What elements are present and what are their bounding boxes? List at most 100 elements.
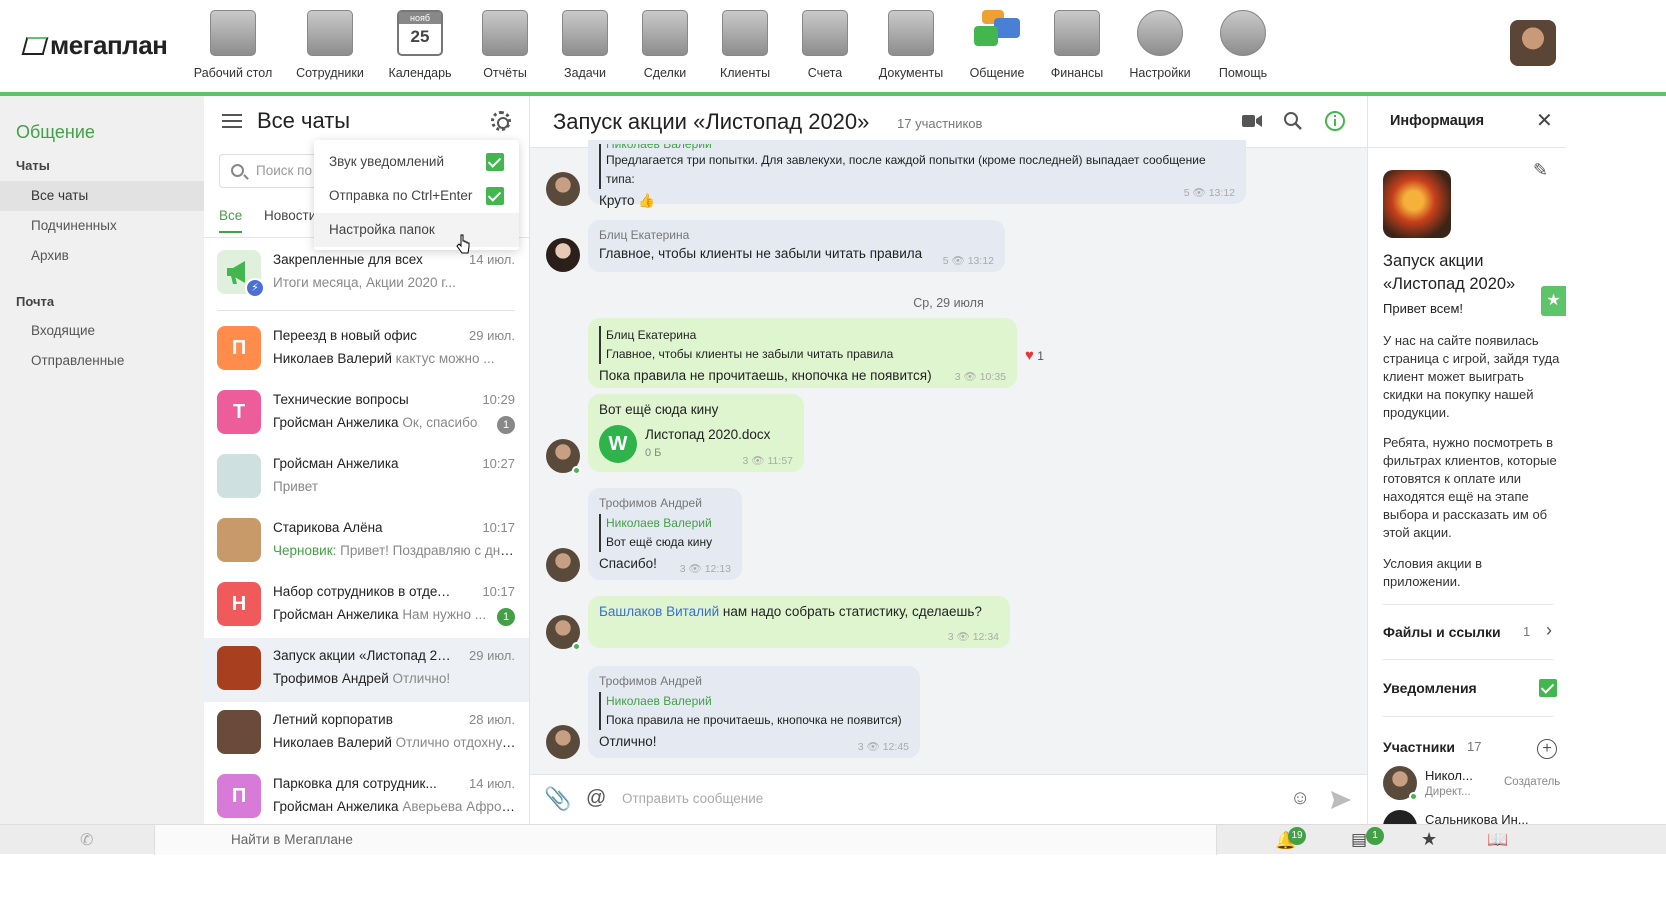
sender-avatar[interactable] bbox=[546, 548, 580, 582]
mention-icon[interactable]: @ bbox=[586, 787, 606, 810]
message-bubble[interactable]: Блиц Екатерина Главное, чтобы клиенты не… bbox=[588, 220, 1005, 272]
megaphone-icon: ⚡ bbox=[217, 250, 265, 298]
message-sender[interactable]: Трофимов Андрей bbox=[599, 496, 731, 510]
notifications-checkbox[interactable] bbox=[1539, 679, 1557, 697]
chat-time: 28 июл. bbox=[469, 712, 515, 727]
message-quote[interactable]: Николаев Валерий Предлагается три попытки… bbox=[599, 144, 1235, 189]
message-bubble[interactable]: Николаев Валерий Предлагается три попытки… bbox=[588, 140, 1246, 208]
message-bubble[interactable]: Трофимов Андрей Николаев Валерий Пока пра… bbox=[588, 666, 920, 758]
sidebar-section-chats[interactable]: Чаты bbox=[16, 158, 50, 173]
quote-author: Николаев Валерий bbox=[606, 694, 712, 708]
chat-row[interactable]: П Парковка для сотрудник... 14 июл. Гройсма… bbox=[204, 766, 529, 824]
chat-row[interactable]: Т Технические вопросы 10:29 Гройсман Анжели… bbox=[204, 382, 529, 446]
participants-count[interactable]: 17 участников bbox=[897, 116, 982, 131]
member-name[interactable]: Сальникова Ин... bbox=[1425, 812, 1529, 824]
gear-icon[interactable] bbox=[491, 111, 511, 131]
search-icon[interactable] bbox=[1283, 111, 1303, 131]
nav-label: Сделки bbox=[643, 66, 687, 80]
pinned-chat-row[interactable]: ⚡ Закрепленные для всех 14 июл. Итоги ме… bbox=[204, 242, 529, 306]
sidebar-item-subordinates[interactable]: Подчиненных bbox=[0, 211, 204, 241]
close-icon[interactable]: ✕ bbox=[1536, 108, 1553, 133]
view-count: 3 bbox=[947, 631, 954, 643]
nav-item-7[interactable]: Счета bbox=[780, 10, 870, 80]
nav-item-4[interactable]: Задачи bbox=[540, 10, 630, 80]
star-icon[interactable]: ★ bbox=[1421, 829, 1437, 850]
nav-item-9[interactable]: Общение bbox=[952, 10, 1042, 98]
nav-item-10[interactable]: Финансы bbox=[1032, 10, 1122, 80]
nav-item-11[interactable]: Настройки bbox=[1115, 10, 1205, 80]
message-bubble[interactable]: Трофимов Андрей Николаев Валерий Вот ещё … bbox=[588, 488, 742, 580]
phone-icon[interactable]: ✆ bbox=[80, 830, 93, 850]
files-links-label[interactable]: Файлы и ссылки bbox=[1383, 624, 1501, 640]
preview-sender: Гройсман Анжелика bbox=[273, 415, 399, 430]
info-description-1: У нас на сайте появилась страница с игро… bbox=[1383, 333, 1560, 420]
chat-avatar-image[interactable] bbox=[1383, 170, 1451, 238]
tab-all[interactable]: Все bbox=[219, 208, 243, 233]
emoji-icon[interactable]: ☺ bbox=[1290, 787, 1310, 810]
sidebar-item-inbox[interactable]: Входящие bbox=[0, 316, 204, 346]
sidebar-item-sent[interactable]: Отправленные bbox=[0, 346, 204, 376]
date-separator: Ср, 29 июля bbox=[913, 296, 984, 310]
sidebar-item-archive[interactable]: Архив bbox=[0, 241, 204, 271]
messages-icon[interactable]: ▤ bbox=[1351, 830, 1367, 850]
chat-preview: Николаев Валерий кактус можно ... bbox=[273, 351, 518, 366]
dropdown-item-folders[interactable]: Настройка папок bbox=[314, 213, 519, 247]
nav-item-12[interactable]: Помощь bbox=[1198, 10, 1288, 80]
tab-news[interactable]: Новости bbox=[264, 208, 316, 223]
checkbox-checked-icon[interactable] bbox=[486, 153, 504, 171]
reaction[interactable]: ♥ 1 bbox=[1025, 347, 1044, 364]
attach-icon[interactable]: 📎 bbox=[544, 786, 571, 812]
message-input[interactable]: Отправить сообщение bbox=[622, 791, 763, 806]
dropdown-item-sound[interactable]: Звук уведомлений bbox=[314, 145, 519, 179]
app-logo[interactable]: мегаплан bbox=[21, 30, 168, 61]
user-mention[interactable]: Башлаков Виталий bbox=[599, 604, 719, 619]
book-icon[interactable]: 📖 bbox=[1487, 830, 1508, 850]
sender-avatar[interactable] bbox=[546, 238, 580, 272]
chat-row[interactable]: Старикова Алёна 10:17 Черновик: Привет! По… bbox=[204, 510, 529, 574]
nav-item-2[interactable]: нояб 25 Календарь bbox=[375, 10, 465, 80]
nav-item-3[interactable]: Отчёты bbox=[460, 10, 550, 80]
message-bubble[interactable]: Башлаков Виталий нам надо собрать статис… bbox=[588, 596, 1010, 648]
edit-pencil-icon[interactable]: ✎ bbox=[1533, 160, 1548, 181]
info-icon[interactable] bbox=[1324, 110, 1346, 132]
chevron-right-icon[interactable]: › bbox=[1546, 620, 1552, 641]
preview-sender: Гройсман Анжелика bbox=[273, 607, 399, 622]
checkbox-checked-icon[interactable] bbox=[486, 187, 504, 205]
dropdown-item-label: Звук уведомлений bbox=[329, 154, 445, 169]
nav-item-0[interactable]: Рабочий стол bbox=[188, 10, 278, 80]
sender-avatar[interactable] bbox=[546, 725, 580, 759]
video-call-icon[interactable] bbox=[1242, 113, 1262, 129]
favorite-star-icon[interactable]: ★ bbox=[1541, 286, 1566, 316]
nav-item-8[interactable]: Документы bbox=[866, 10, 956, 80]
message-sender[interactable]: Трофимов Андрей bbox=[599, 674, 909, 688]
user-avatar[interactable] bbox=[1510, 20, 1556, 66]
dropdown-item-ctrl-enter[interactable]: Отправка по Ctrl+Enter bbox=[314, 179, 519, 213]
message-time: 11:57 bbox=[767, 455, 794, 467]
chat-row[interactable]: Летний корпоратив 28 июл. Николаев Валерий… bbox=[204, 702, 529, 766]
nav-item-6[interactable]: Клиенты bbox=[700, 10, 790, 80]
menu-icon[interactable] bbox=[222, 114, 242, 128]
message-sender[interactable]: Блиц Екатерина bbox=[599, 228, 994, 242]
message-quote[interactable]: Николаев Валерий Вот ещё сюда кину bbox=[599, 514, 731, 552]
chat-row[interactable]: Гройсман Анжелика 10:27 Привет bbox=[204, 446, 529, 510]
sidebar-item-all-chats[interactable]: Все чаты bbox=[0, 181, 204, 211]
member-avatar[interactable] bbox=[1383, 810, 1417, 824]
global-search-input[interactable]: Найти в Мегаплане bbox=[154, 825, 1217, 855]
sender-avatar[interactable] bbox=[546, 172, 580, 206]
file-name[interactable]: Листопад 2020.docx bbox=[645, 427, 770, 442]
message-bubble[interactable]: Вот ещё сюда кину W Листопад 2020.docx 0… bbox=[588, 394, 804, 472]
message-quote[interactable]: Николаев Валерий Пока правила не прочитае… bbox=[599, 692, 909, 730]
send-icon[interactable] bbox=[1330, 790, 1352, 810]
message-quote[interactable]: Блиц Екатерина Главное, чтобы клиенты не … bbox=[599, 326, 1006, 364]
sidebar-section-mail[interactable]: Почта bbox=[16, 294, 54, 309]
tasks-icon bbox=[562, 10, 608, 56]
add-member-icon[interactable]: + bbox=[1537, 739, 1557, 759]
member-name[interactable]: Никол... bbox=[1425, 768, 1473, 783]
nav-item-5[interactable]: Сделки bbox=[620, 10, 710, 80]
message-bubble[interactable]: Блиц Екатерина Главное, чтобы клиенты не … bbox=[588, 318, 1017, 388]
chat-row[interactable]: П Переезд в новый офис 29 июл. Николаев Вал… bbox=[204, 318, 529, 382]
chat-row[interactable]: Запуск акции «Листопад 20... 29 июл. Трофи… bbox=[204, 638, 529, 702]
preview-text: Отлично! bbox=[392, 671, 451, 686]
nav-item-1[interactable]: Сотрудники bbox=[285, 10, 375, 80]
chat-row[interactable]: Н Набор сотрудников в отдел пр... 10:17 Гро… bbox=[204, 574, 529, 638]
